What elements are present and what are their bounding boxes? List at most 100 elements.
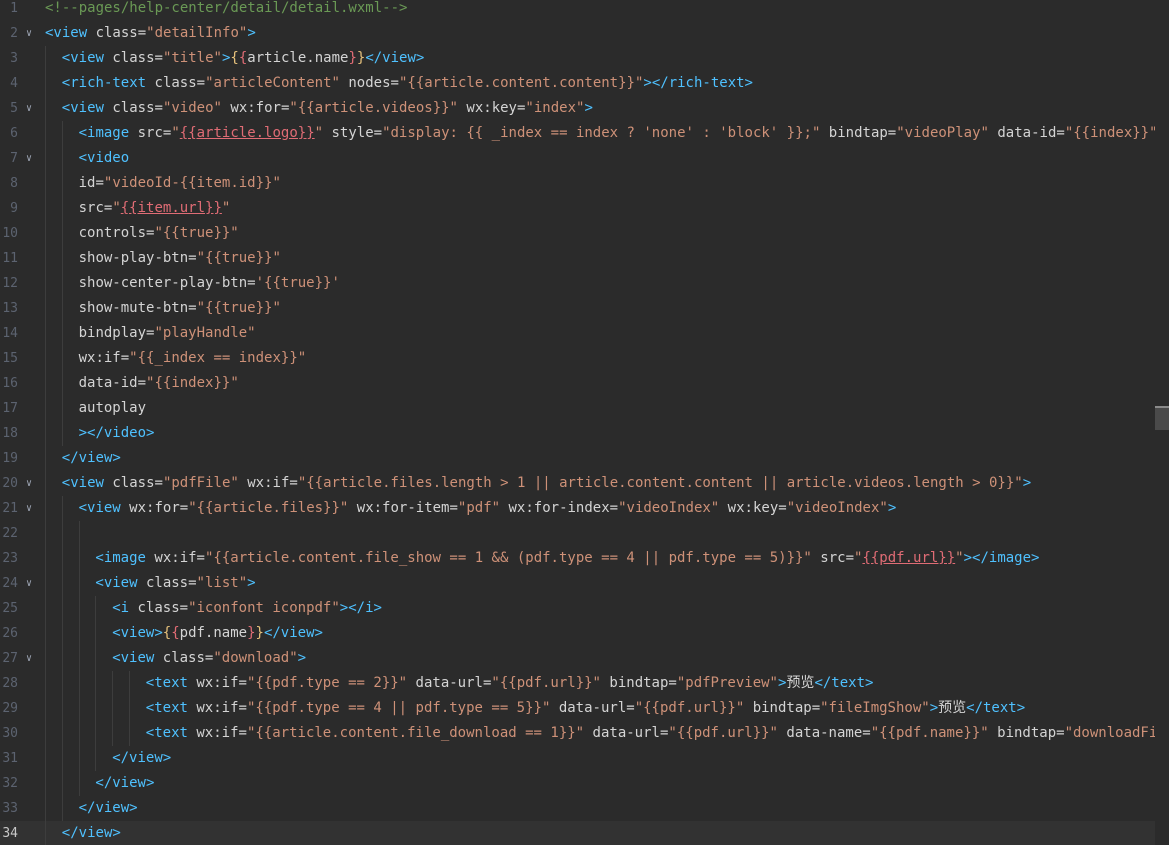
chevron-down-icon[interactable]: ∨ bbox=[26, 21, 32, 46]
chevron-down-icon[interactable]: ∨ bbox=[26, 646, 32, 671]
code-token: <text bbox=[145, 700, 197, 716]
code-line[interactable]: 17 autoplay bbox=[0, 396, 1169, 421]
code-line[interactable]: 13 show-mute-btn="{{true}}" bbox=[0, 296, 1169, 321]
code-line[interactable]: 11 show-play-btn="{{true}}" bbox=[0, 246, 1169, 271]
indent-guide bbox=[45, 621, 46, 646]
indent-guide bbox=[78, 596, 80, 621]
code-line[interactable]: 12 show-center-play-btn='{{true}}' bbox=[0, 271, 1169, 296]
indent-guide bbox=[45, 346, 46, 371]
code-line[interactable]: 7 ∨ <video bbox=[0, 146, 1169, 171]
chevron-down-icon[interactable]: ∨ bbox=[26, 96, 32, 121]
indent-guide bbox=[78, 721, 80, 746]
indent-guide bbox=[45, 571, 46, 596]
code-line[interactable]: 19 </view> bbox=[0, 446, 1169, 471]
line-number: 14 bbox=[2, 326, 18, 341]
indent-guide bbox=[45, 321, 46, 346]
code-line[interactable]: 29 <text wx:if="{{pdf.type == 4 || pdf.ty… bbox=[0, 696, 1169, 721]
line-number: 9 bbox=[10, 201, 18, 216]
indent-guide bbox=[78, 646, 80, 671]
code-line[interactable]: 26 <view>{{pdf.name}}</view> bbox=[0, 621, 1169, 646]
code-token: <view bbox=[61, 100, 113, 116]
code-line[interactable]: 14 bindplay="playHandle" bbox=[0, 321, 1169, 346]
chevron-down-icon[interactable]: ∨ bbox=[26, 571, 32, 596]
indent-guide bbox=[61, 146, 63, 171]
code-token: bindtap= bbox=[988, 725, 1065, 741]
code-line[interactable]: 33 </view> bbox=[0, 796, 1169, 821]
code-line[interactable]: 5 ∨ <view class="video" wx:for="{{article.… bbox=[0, 96, 1169, 121]
code-line[interactable]: 1 <!--pages/help-center/detail/detail.wxm… bbox=[0, 0, 1169, 21]
line-number: 30 bbox=[2, 726, 18, 741]
code-token: <view bbox=[95, 575, 146, 591]
code-line[interactable]: 18 ></video> bbox=[0, 421, 1169, 446]
code-line[interactable]: 21 ∨ <view wx:for="{{article.files}}" wx:f… bbox=[0, 496, 1169, 521]
indent-guide bbox=[129, 721, 130, 746]
indent-guide bbox=[61, 396, 63, 421]
line-code: id="videoId-{{item.id}}" bbox=[79, 171, 281, 196]
code-line[interactable]: 30 <text wx:if="{{article.content.file_do… bbox=[0, 721, 1169, 746]
code-line[interactable]: 25 <i class="iconfont iconpdf"></i> bbox=[0, 596, 1169, 621]
code-line[interactable]: 22 bbox=[0, 521, 1169, 546]
code-line[interactable]: 2 ∨ <view class="detailInfo"> bbox=[0, 21, 1169, 46]
code-line[interactable]: 20 ∨ <view class="pdfFile" wx:if="{{articl… bbox=[0, 471, 1169, 496]
line-code: show-center-play-btn='{{true}}' bbox=[79, 271, 340, 296]
line-gutter: 32 bbox=[0, 771, 38, 796]
indent-guide bbox=[45, 196, 46, 221]
code-line[interactable]: 9 src="{{item.url}}" bbox=[0, 196, 1169, 221]
code-line[interactable]: 4 <rich-text class="articleContent" nodes… bbox=[0, 71, 1169, 96]
line-number: 4 bbox=[10, 76, 18, 91]
line-gutter: 19 bbox=[0, 446, 38, 471]
code-line[interactable]: 15 wx:if="{{_index == index}}" bbox=[0, 346, 1169, 371]
indent-guide bbox=[45, 546, 46, 571]
code-line[interactable]: 28 <text wx:if="{{pdf.type == 2}}" data-u… bbox=[0, 671, 1169, 696]
indent-guide bbox=[61, 746, 63, 771]
code-line[interactable]: 16 data-id="{{index}}" bbox=[0, 371, 1169, 396]
code-token: "videoPlay" bbox=[896, 125, 989, 141]
indent-guide bbox=[61, 621, 63, 646]
line-gutter: 14 bbox=[0, 321, 38, 346]
line-gutter: 33 bbox=[0, 796, 38, 821]
line-number: 12 bbox=[2, 276, 18, 291]
indent-guide bbox=[45, 746, 46, 771]
code-line[interactable]: 31 </view> bbox=[0, 746, 1169, 771]
vertical-scrollbar[interactable] bbox=[1155, 0, 1169, 845]
code-token: </view> bbox=[61, 450, 121, 466]
code-token: > bbox=[929, 700, 939, 716]
code-token: 预览 bbox=[786, 675, 815, 691]
indent-guide bbox=[61, 221, 63, 246]
scrollbar-thumb[interactable] bbox=[1155, 406, 1169, 430]
code-line[interactable]: 23 <image wx:if="{{article.content.file_s… bbox=[0, 546, 1169, 571]
code-line[interactable]: 24 ∨ <view class="list"> bbox=[0, 571, 1169, 596]
chevron-down-icon[interactable]: ∨ bbox=[26, 496, 32, 521]
indent-guide bbox=[45, 46, 46, 71]
chevron-down-icon[interactable]: ∨ bbox=[26, 471, 32, 496]
indent-guide bbox=[61, 796, 63, 821]
indent-guide bbox=[78, 621, 80, 646]
line-number: 11 bbox=[2, 251, 18, 266]
code-token: "list" bbox=[196, 575, 248, 591]
code-token: wx:if= bbox=[78, 350, 130, 366]
indent-guide bbox=[61, 546, 63, 571]
line-number: 16 bbox=[2, 376, 18, 391]
code-token: class= bbox=[145, 575, 197, 591]
line-number: 13 bbox=[2, 301, 18, 316]
code-line[interactable]: 6 <image src="{{article.logo}}" style="di… bbox=[0, 121, 1169, 146]
code-line[interactable]: 8 id="videoId-{{item.id}}" bbox=[0, 171, 1169, 196]
code-token: wx:if= bbox=[154, 550, 205, 566]
line-number: 28 bbox=[2, 676, 18, 691]
indent-guide bbox=[45, 696, 46, 721]
code-token: {{item.url}} bbox=[120, 200, 222, 216]
line-number: 31 bbox=[2, 751, 18, 766]
code-editor[interactable]: 1 <!--pages/help-center/detail/detail.wxm… bbox=[0, 0, 1169, 845]
line-number: 3 bbox=[10, 51, 18, 66]
indent-guide bbox=[95, 746, 97, 771]
line-gutter: 34 bbox=[0, 821, 38, 845]
code-line[interactable]: 32 </view> bbox=[0, 771, 1169, 796]
code-line[interactable]: 3 <view class="title">{{article.name}}</v… bbox=[0, 46, 1169, 71]
chevron-down-icon[interactable]: ∨ bbox=[26, 146, 32, 171]
code-line[interactable]: 27 ∨ <view class="download"> bbox=[0, 646, 1169, 671]
line-number: 34 bbox=[2, 826, 18, 841]
code-line[interactable]: 10 controls="{{true}}" bbox=[0, 221, 1169, 246]
code-line[interactable]: 34 </view> bbox=[0, 821, 1169, 845]
code-token: data-url= bbox=[550, 700, 635, 716]
line-number: 10 bbox=[2, 226, 18, 241]
